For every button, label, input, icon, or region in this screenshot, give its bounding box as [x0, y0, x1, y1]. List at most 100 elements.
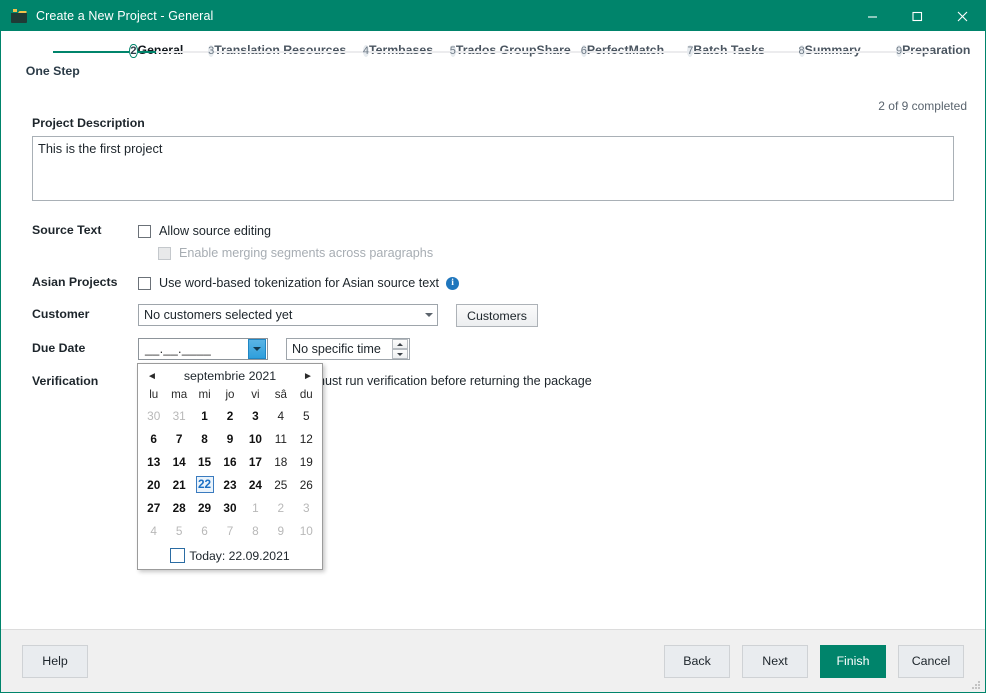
calendar-day-adjacent-month[interactable]: 6 — [192, 519, 217, 542]
calendar-day-adjacent-month[interactable]: 5 — [166, 519, 191, 542]
calendar-day[interactable]: 29 — [192, 496, 217, 519]
calendar-day[interactable]: 11 — [268, 427, 293, 450]
step-summary[interactable]: 8Summary — [777, 31, 882, 62]
calendar-day-adjacent-month[interactable]: 8 — [243, 519, 268, 542]
calendar-day[interactable]: 1 — [192, 404, 217, 427]
step-general[interactable]: 2General — [104, 31, 209, 62]
customer-row: Customer No customers selected yet Custo… — [32, 304, 954, 327]
stepper-up-icon[interactable] — [392, 339, 408, 349]
step-check-icon — [1, 41, 105, 62]
due-date-input[interactable]: __.__.____ — [138, 338, 268, 360]
calendar-day[interactable]: 7 — [166, 427, 191, 450]
calendar-dropdown-button[interactable] — [248, 339, 266, 359]
tokenization-row[interactable]: Use word-based tokenization for Asian so… — [138, 272, 460, 294]
calendar-day-adjacent-month[interactable]: 4 — [141, 519, 166, 542]
enable-merging-label: Enable merging segments across paragraph… — [179, 246, 434, 260]
next-button[interactable]: Next — [742, 644, 808, 678]
customer-label: Customer — [32, 307, 90, 321]
back-button[interactable]: Back — [664, 644, 730, 678]
calendar-day-adjacent-month[interactable]: 10 — [294, 519, 319, 542]
customer-combobox[interactable]: No customers selected yet — [138, 304, 438, 326]
calendar-day[interactable]: 30 — [217, 496, 242, 519]
finish-button[interactable]: Finish — [820, 644, 886, 678]
today-checkbox[interactable] — [170, 548, 186, 563]
stepper-down-icon[interactable] — [392, 349, 408, 359]
step-termbases[interactable]: 4Termbases — [346, 31, 450, 62]
step-perfectmatch[interactable]: 6PerfectMatch — [570, 31, 675, 62]
step-connector-right — [277, 51, 347, 53]
calendar-day[interactable]: 27 — [141, 496, 166, 519]
calendar-day[interactable]: 3 — [243, 404, 268, 427]
calendar-day[interactable]: 18 — [268, 450, 293, 473]
calendar-day[interactable]: 8 — [192, 427, 217, 450]
calendar-week-row: 20 21 22 23 24 25 26 — [141, 473, 319, 496]
calendar-day-selected[interactable]: 22 — [192, 473, 217, 496]
minimize-button[interactable] — [850, 1, 895, 31]
calendar-day[interactable]: 2 — [217, 404, 242, 427]
close-button[interactable] — [940, 1, 985, 31]
step-batch-tasks[interactable]: 7Batch Tasks — [674, 31, 778, 62]
calendar-day[interactable]: 9 — [217, 427, 242, 450]
tokenization-checkbox[interactable] — [138, 276, 151, 290]
customers-button[interactable]: Customers — [456, 304, 538, 327]
calendar-day[interactable]: 24 — [243, 473, 268, 496]
calendar-day-adjacent-month[interactable]: 7 — [217, 519, 242, 542]
calendar-week-row: 30 31 1 2 3 4 5 — [141, 404, 319, 427]
calendar-day[interactable]: 15 — [192, 450, 217, 473]
project-description-input[interactable] — [32, 136, 954, 201]
calendar-day[interactable]: 10 — [243, 427, 268, 450]
calendar-day[interactable]: 23 — [217, 473, 242, 496]
calendar-day[interactable]: 16 — [217, 450, 242, 473]
calendar-day-adjacent-month[interactable]: 31 — [166, 404, 191, 427]
calendar-day[interactable]: 26 — [294, 473, 319, 496]
step-label: Preparation — [902, 43, 971, 57]
calendar-day[interactable]: 17 — [243, 450, 268, 473]
calendar-day[interactable]: 20 — [141, 473, 166, 496]
prev-month-icon[interactable]: ◄ — [145, 371, 159, 382]
calendar-day[interactable]: 4 — [268, 404, 293, 427]
calendar-day[interactable]: 6 — [141, 427, 166, 450]
time-stepper[interactable] — [392, 339, 408, 359]
step-number: 3 — [208, 45, 215, 57]
date-picker-popup[interactable]: ◄ septembrie 2021 ► lu ma mi jo vi sâ du 30 31 1… — [137, 363, 323, 570]
calendar-day[interactable]: 21 — [166, 473, 191, 496]
step-connector-left — [449, 51, 511, 53]
calendar-day-adjacent-month[interactable]: 2 — [268, 496, 293, 519]
title-bar: Create a New Project - General — [1, 1, 985, 31]
step-number: 8 — [798, 45, 805, 57]
step-one-step[interactable]: One Step — [1, 31, 105, 78]
calendar-day-adjacent-month[interactable]: 30 — [141, 404, 166, 427]
calendar-week-row: 13 14 15 16 17 18 19 — [141, 450, 319, 473]
allow-source-editing-checkbox[interactable] — [138, 224, 151, 238]
calendar-today-row[interactable]: Today: 22.09.2021 — [141, 542, 319, 565]
calendar-day[interactable]: 19 — [294, 450, 319, 473]
info-icon[interactable]: i — [446, 276, 460, 290]
calendar-day[interactable]: 12 — [294, 427, 319, 450]
tokenization-label: Use word-based tokenization for Asian so… — [159, 276, 440, 290]
due-date-label: Due Date — [32, 341, 86, 355]
maximize-button[interactable] — [895, 1, 940, 31]
calendar-day-adjacent-month[interactable]: 1 — [243, 496, 268, 519]
calendar-day[interactable]: 14 — [166, 450, 191, 473]
step-number: 4 — [362, 45, 370, 57]
calendar-day[interactable]: 13 — [141, 450, 166, 473]
next-month-icon[interactable]: ► — [301, 371, 315, 382]
calendar-day[interactable]: 28 — [166, 496, 191, 519]
step-translation-resources[interactable]: 3Translation Resources — [208, 31, 347, 62]
step-connector-left — [570, 51, 623, 53]
calendar-day-adjacent-month[interactable]: 9 — [268, 519, 293, 542]
calendar-day[interactable]: 25 — [268, 473, 293, 496]
chevron-down-icon[interactable] — [420, 305, 437, 325]
allow-source-editing-row[interactable]: Allow source editing — [138, 220, 954, 242]
calendar-day[interactable]: 5 — [294, 404, 319, 427]
resize-grip[interactable] — [969, 677, 981, 689]
step-label: Batch Tasks — [693, 43, 765, 57]
calendar-day-adjacent-month[interactable]: 3 — [294, 496, 319, 519]
help-button[interactable]: Help — [22, 644, 88, 678]
step-preparation[interactable]: 9Preparation — [881, 31, 985, 62]
cancel-button[interactable]: Cancel — [898, 644, 964, 678]
calendar-month-title[interactable]: septembrie 2021 — [159, 369, 301, 383]
step-trados-groupshare[interactable]: 5Trados GroupShare — [449, 31, 571, 62]
step-number: 6 — [580, 45, 587, 57]
due-time-input[interactable]: No specific time — [286, 338, 410, 360]
